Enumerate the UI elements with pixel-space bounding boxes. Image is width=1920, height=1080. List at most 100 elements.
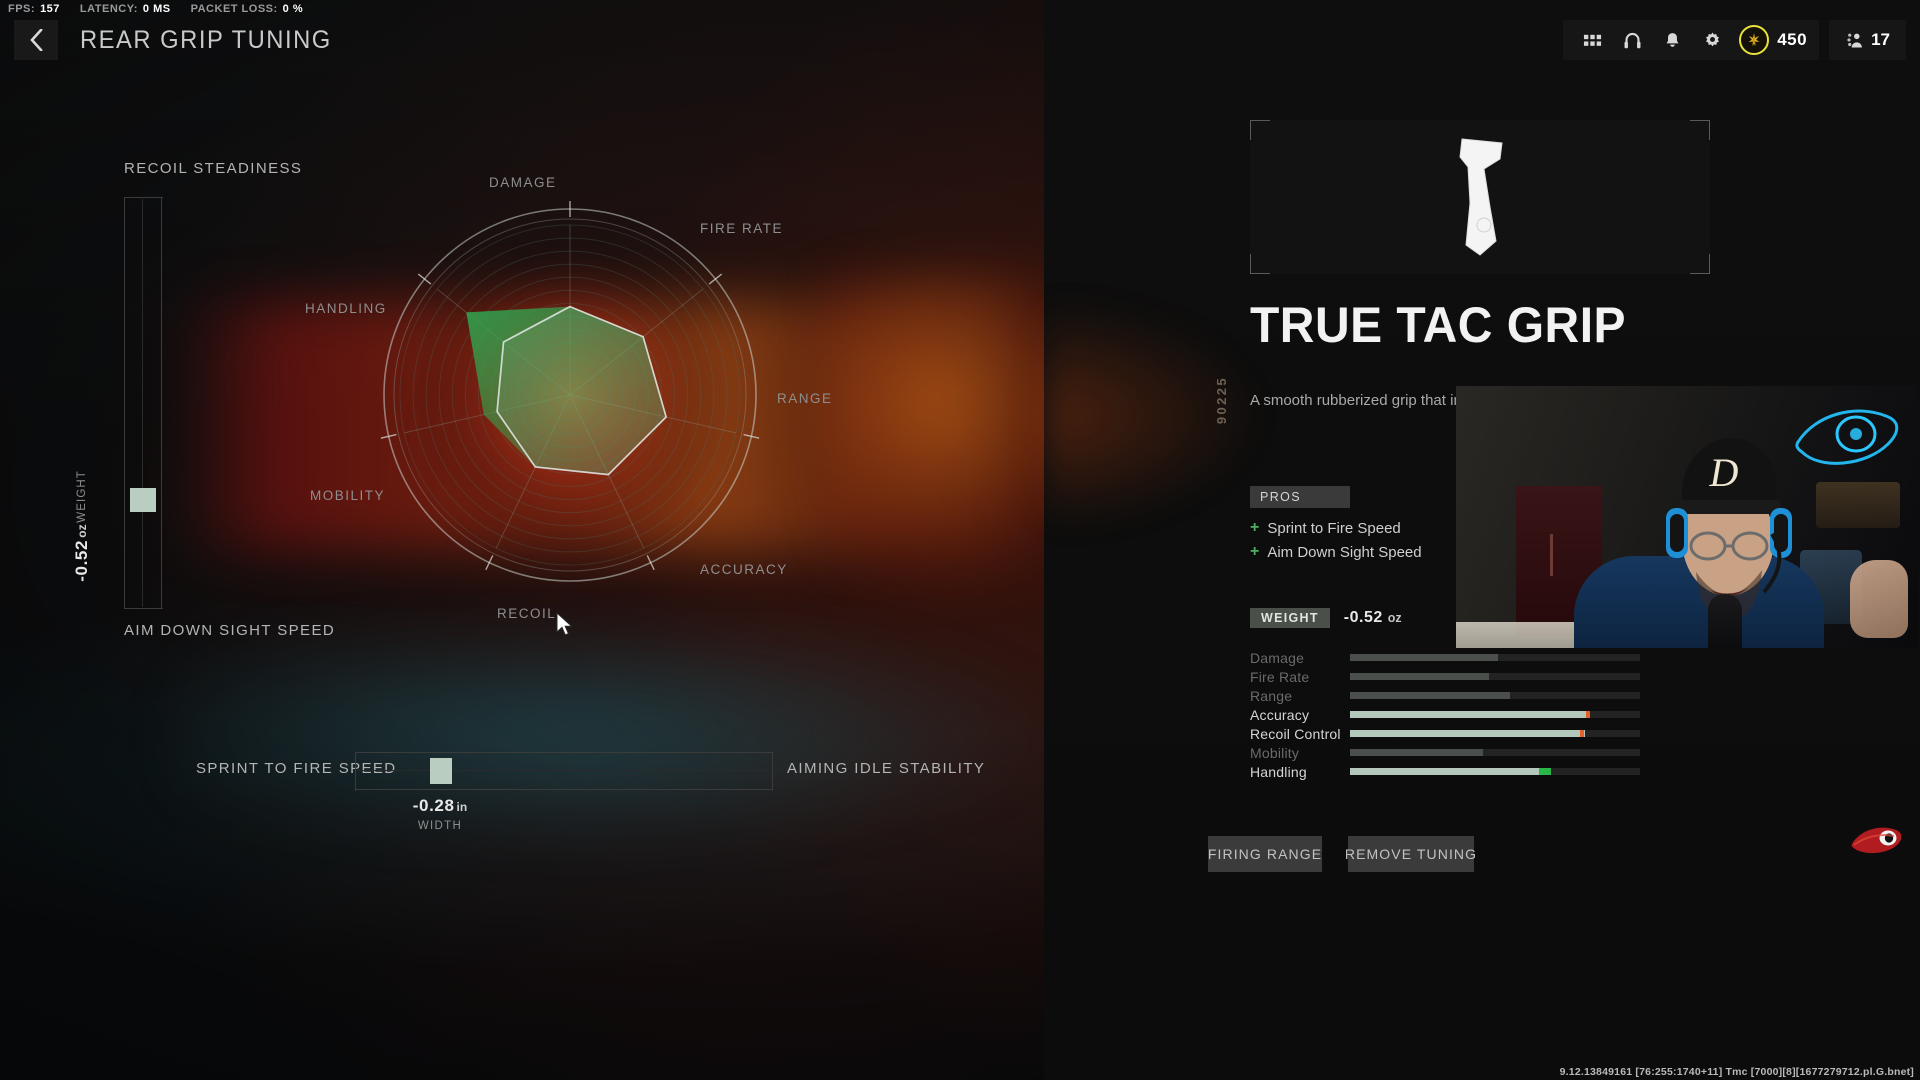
pro-item-label: Aim Down Sight Speed [1267,543,1422,561]
chevron-left-icon [29,29,43,51]
vertical-slider-top-label: RECOIL STEADINESS [124,160,303,177]
attachment-code: 90225 [1214,376,1229,425]
stat-bar [1350,654,1640,661]
squad-count: 17 [1871,30,1890,49]
radar-axis-label-handling: HANDLING [305,301,387,316]
radar-axis-label-mobility: MOBILITY [310,488,386,503]
firing-range-button[interactable]: FIRING RANGE [1208,836,1322,872]
stat-bar [1350,730,1640,737]
gear-icon [1705,32,1719,46]
stat-bar-fill [1350,673,1490,680]
stat-row: Damage [1250,648,1850,667]
fps-value: 157 [40,3,60,15]
stat-row: Handling [1250,762,1850,781]
horizontal-slider-unit: in [456,800,468,814]
pro-item-label: Sprint to Fire Speed [1267,519,1401,537]
plus-icon: + [1250,519,1260,536]
headphones-icon-button[interactable] [1615,20,1649,60]
horizontal-slider-value: -0.28 [412,796,455,815]
remove-tuning-button[interactable]: REMOVE TUNING [1344,836,1478,872]
horizontal-slider-centerline [357,770,771,771]
vertical-tuning-slider[interactable] [124,197,163,609]
vertical-slider-centerline [142,199,143,607]
headphones-icon [1624,32,1641,48]
bracket-top-right [1690,120,1710,140]
stat-row: Accuracy [1250,705,1850,724]
stat-bar-fill [1350,749,1484,756]
fps-stat: FPS: 157 [8,3,60,15]
pros-list: + Sprint to Fire Speed + Aim Down Sight … [1250,516,1422,564]
stat-name: Damage [1250,649,1305,666]
latency-label: LATENCY: [79,3,138,15]
stat-name: Accuracy [1250,706,1310,723]
webcam-overlay: D [1456,386,1918,648]
stream-logo-icon [1851,827,1902,854]
radar-axis-label-fire-rate: FIRE RATE [700,221,784,236]
neon-eye-sign-icon [1795,409,1899,465]
stat-delta-marker [1539,768,1552,775]
stat-bar-fill [1350,730,1585,737]
webcam-poster-detail [1550,534,1553,576]
stat-bar-fill [1350,692,1510,699]
radar-axis-label-accuracy: ACCURACY [700,562,788,577]
attachment-name: TRUE TAC GRIP [1250,297,1627,353]
latency-value: 0 MS [142,3,171,15]
weight-value: -0.52 [1343,609,1383,626]
pros-header: PROS [1250,486,1350,508]
hud-icon-group: 450 [1563,20,1820,60]
squad-button[interactable]: 17 [1829,20,1906,60]
emblem-glyph-icon [1748,33,1760,47]
radar-axis-label-recoil: RECOIL [497,606,557,621]
vertical-slider-value: -0.52 [72,539,91,582]
bell-icon-button[interactable] [1655,20,1689,60]
horizontal-slider-right-label: AIMING IDLE STABILITY [787,760,986,777]
bracket-top-left [1250,120,1270,140]
game-screen: FPS: 157 LATENCY: 0 MS PACKET LOSS: 0 % … [0,0,1920,1080]
stat-bar [1350,673,1640,680]
stat-bar [1350,711,1640,718]
stat-delta-marker [1580,730,1584,737]
stat-bar [1350,692,1640,699]
stat-name: Handling [1250,763,1307,780]
stat-bar-fill [1350,654,1498,661]
stat-row: Range [1250,686,1850,705]
vertical-slider-unit: oz [75,524,89,538]
stat-bar-list: Damage Fire Rate Range Accuracy Recoil Contr… [1250,648,1850,781]
grid-icon-button[interactable] [1575,20,1609,60]
horizontal-slider-caption: WIDTH [417,820,463,832]
radar-axis-label-damage: DAMAGE [489,175,557,190]
horizontal-slider-handle[interactable] [430,758,453,784]
stat-name: Range [1250,687,1293,704]
vertical-slider-track [124,197,163,609]
currency-display[interactable]: 450 [1735,25,1807,55]
vertical-slider-handle[interactable] [130,488,156,512]
horizontal-tuning-slider[interactable] [355,752,773,791]
webcam-microphone [1708,594,1742,648]
plus-icon: + [1250,543,1260,560]
grid-icon [1583,34,1601,46]
network-status-bar: FPS: 157 LATENCY: 0 MS PACKET LOSS: 0 % [0,0,303,18]
stat-bar [1350,768,1640,775]
webcam-hand [1850,560,1908,638]
rear-grip-model-icon [1459,138,1503,256]
mouse-pointer-icon [556,612,573,636]
back-button[interactable] [14,20,58,60]
page-title: REAR GRIP TUNING [80,25,332,54]
vertical-slider-readout: WEIGHT oz -0.52 [72,470,92,582]
stat-radar-chart [370,195,770,595]
webcam-shelf [1816,482,1900,528]
packet-loss-label: PACKET LOSS: [190,3,278,15]
pro-item: + Sprint to Fire Speed [1250,516,1422,540]
remove-tuning-label: REMOVE TUNING [1344,846,1478,862]
stat-name: Mobility [1250,744,1300,761]
horizontal-slider-track [355,752,773,791]
stat-bar [1350,749,1640,756]
vertical-slider-caption: WEIGHT [76,470,88,523]
build-string: 9.12.13849161 [76:255:1740+11] Tmc [7000… [1559,1066,1914,1078]
gear-icon-button[interactable] [1695,20,1729,60]
page-header: REAR GRIP TUNING [14,20,345,60]
weight-unit: oz [1387,611,1402,625]
pros-header-label: PROS [1260,490,1302,504]
stat-bar-fill [1350,768,1542,775]
stat-row: Mobility [1250,743,1850,762]
